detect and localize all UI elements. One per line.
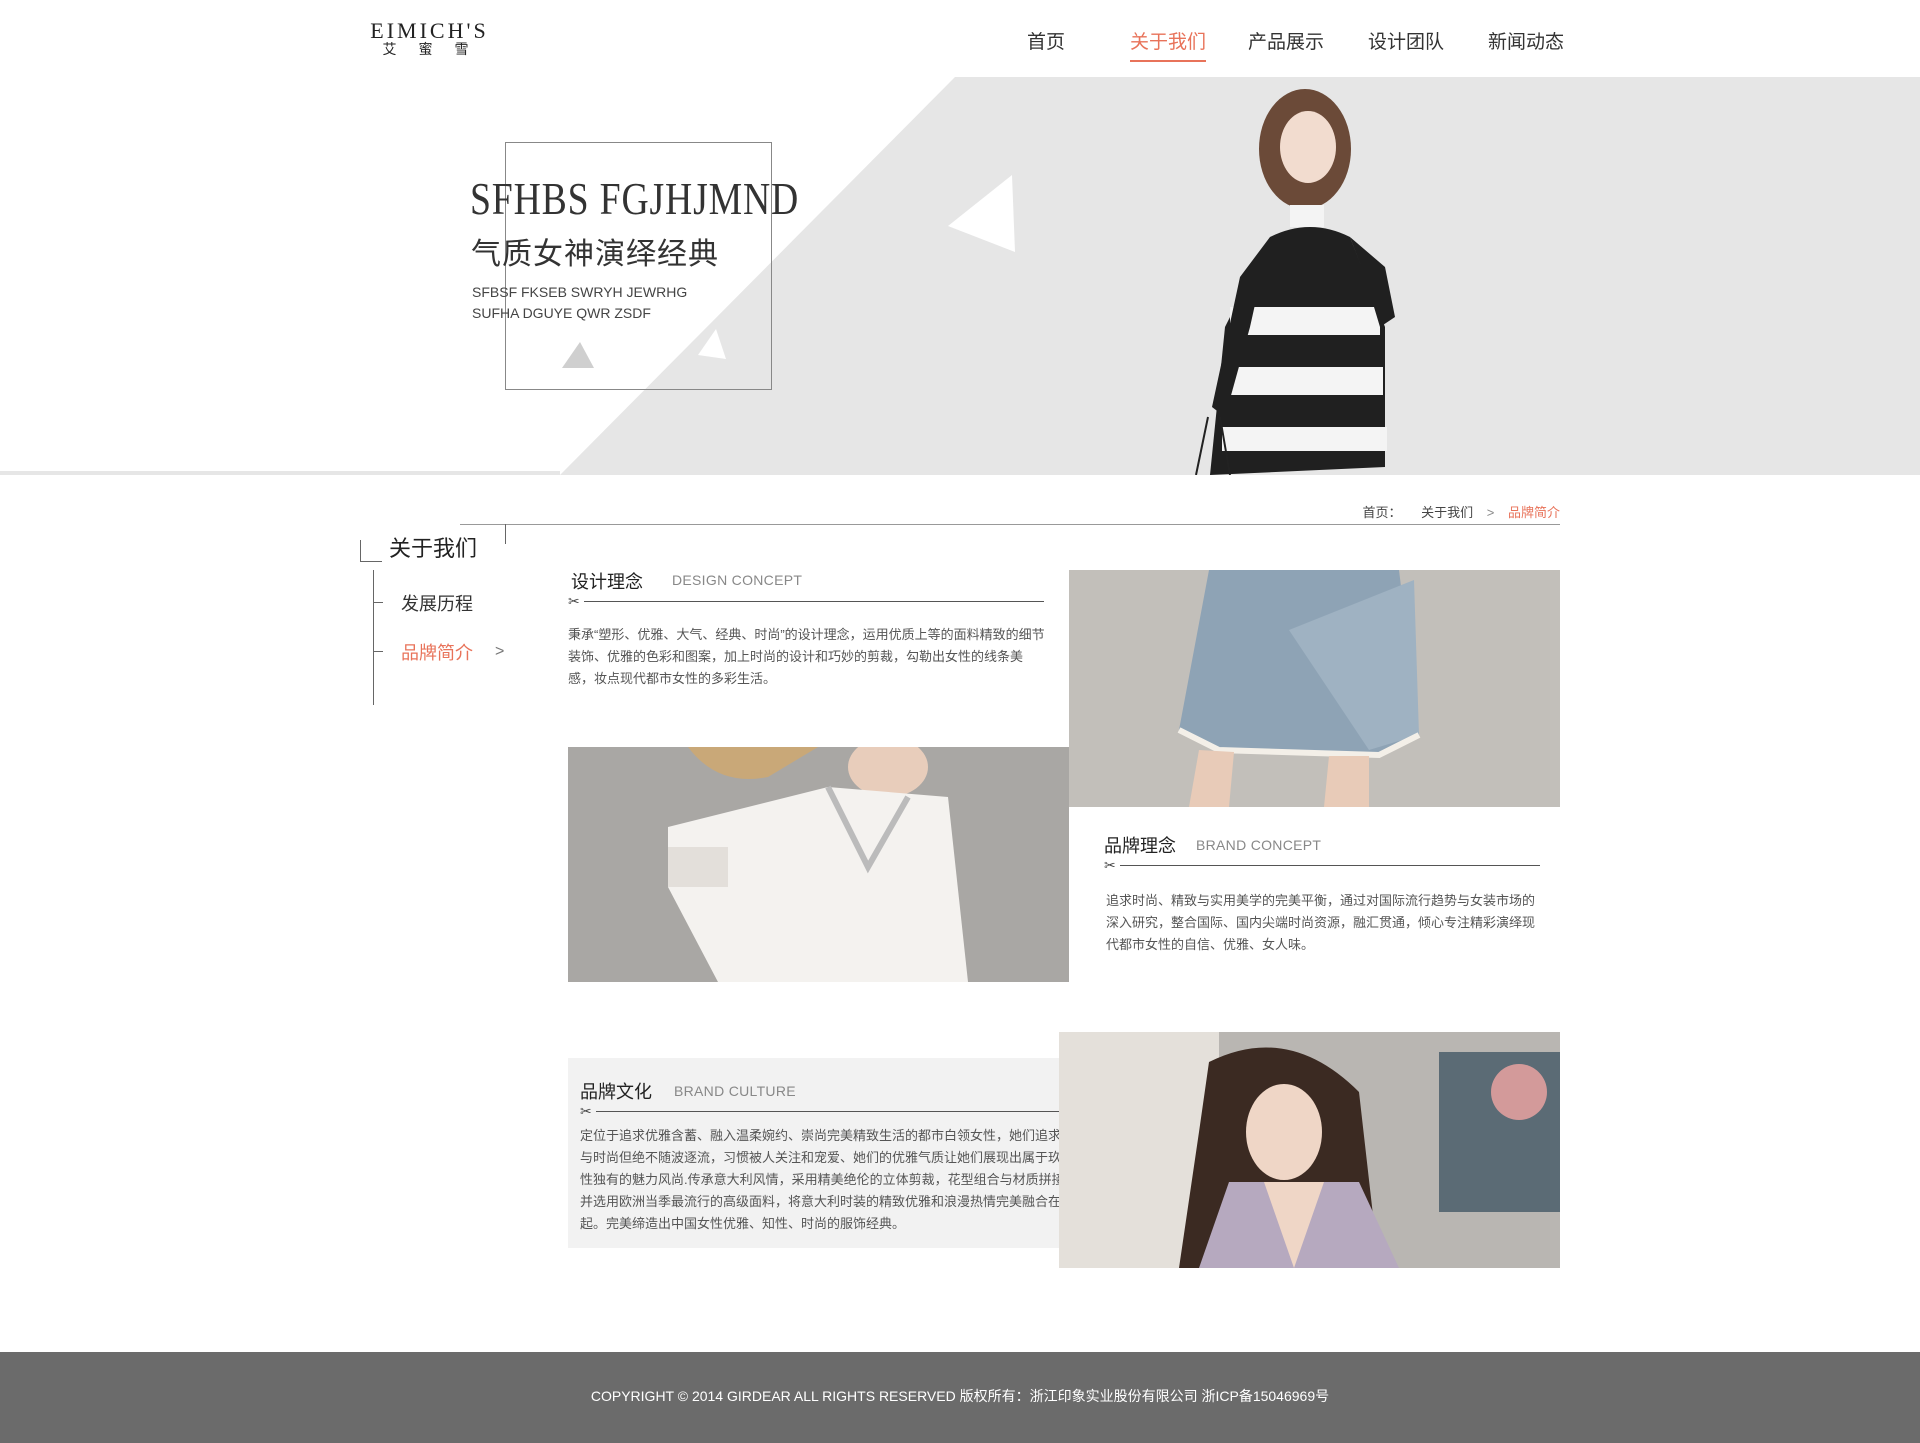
- photo-denim-skirt: [1069, 570, 1560, 807]
- culture-section-title-en: BRAND CULTURE: [674, 1083, 796, 1099]
- banner-title: SFHBS FGJHJMND: [470, 173, 800, 224]
- breadcrumb-parent[interactable]: 关于我们: [1421, 505, 1473, 520]
- sidebar-tick: [373, 602, 383, 603]
- culture-section-text: 定位于追求优雅含蓄、融入温柔婉约、崇尚完美精致生活的都市白领女性，她们追求品质与…: [580, 1128, 1088, 1231]
- breadcrumb-divider: [460, 524, 1560, 525]
- design-section-title-en: DESIGN CONCEPT: [672, 572, 803, 588]
- banner-line-1: SFBSF FKSEB SWRYH JEWRHG: [472, 284, 688, 300]
- scissors-icon: ✂: [568, 593, 580, 609]
- breadcrumb-current: 品牌简介: [1507, 505, 1560, 520]
- brand-section-rule: [1120, 865, 1540, 866]
- nav-news[interactable]: 新闻动态: [1488, 27, 1564, 60]
- design-section-rule: [584, 601, 1044, 602]
- photo-woman-vest: [1059, 1032, 1560, 1268]
- hero-banner: SFHBS FGJHJMND 气质女神演绎经典 SFBSF FKSEB SWRY…: [0, 77, 1920, 475]
- nav-about[interactable]: 关于我们: [1130, 27, 1207, 62]
- brand-logo[interactable]: EIMICH'S 艾蜜雪: [362, 18, 497, 59]
- culture-section-rule: [596, 1111, 1084, 1112]
- sidebar-item-history[interactable]: 发展历程: [401, 590, 473, 616]
- nav-design-team[interactable]: 设计团队: [1368, 27, 1444, 60]
- banner-line-2: SUFHA DGUYE QWR ZSDF: [472, 305, 651, 321]
- sidebar-line: [360, 540, 361, 562]
- scissors-icon: ✂: [1104, 857, 1116, 873]
- nav-home[interactable]: 首页: [1027, 27, 1065, 60]
- site-footer: COPYRIGHT © 2014 GIRDEAR ALL RIGHTS RESE…: [0, 1352, 1920, 1443]
- breadcrumb-home[interactable]: 首页：: [1362, 505, 1401, 520]
- design-section-text: 秉承“塑形、优雅、大气、经典、时尚”的设计理念，运用优质上等的面料精致的细节装饰…: [568, 627, 1045, 686]
- nav-products[interactable]: 产品展示: [1248, 27, 1324, 60]
- breadcrumb: 首页： 关于我们 > 品牌简介: [1362, 502, 1560, 521]
- brand-section-title: 品牌理念: [1104, 836, 1176, 856]
- sidebar-item-brand-intro[interactable]: 品牌简介: [401, 639, 473, 665]
- site-header: EIMICH'S 艾蜜雪 首页 关于我们 产品展示 设计团队 新闻动态: [0, 0, 1920, 77]
- brand-section-text: 追求时尚、精致与实用美学的完美平衡，通过对国际流行趋势与女装市场的深入研究，整合…: [1106, 893, 1536, 952]
- logo-text-en: EIMICH'S: [370, 18, 489, 43]
- footer-copyright: COPYRIGHT © 2014 GIRDEAR ALL RIGHTS RESE…: [590, 1388, 1330, 1404]
- scissors-icon: ✂: [580, 1103, 592, 1119]
- chevron-right-icon: >: [495, 643, 505, 660]
- banner-background: [0, 77, 1920, 475]
- sidebar-tick: [373, 651, 383, 652]
- sidebar-line: [360, 561, 382, 562]
- culture-section-title: 品牌文化: [580, 1082, 652, 1102]
- logo-text-cn: 艾蜜雪: [382, 42, 491, 58]
- photo-white-top: [568, 747, 1069, 982]
- chevron-right-icon: >: [1486, 505, 1495, 520]
- banner-subtitle: 气质女神演绎经典: [471, 238, 719, 271]
- sidebar-line: [373, 570, 374, 705]
- sidebar-title: 关于我们: [389, 536, 478, 561]
- design-section-title: 设计理念: [571, 572, 643, 592]
- brand-section-title-en: BRAND CONCEPT: [1196, 837, 1322, 853]
- sidebar-line: [505, 524, 506, 544]
